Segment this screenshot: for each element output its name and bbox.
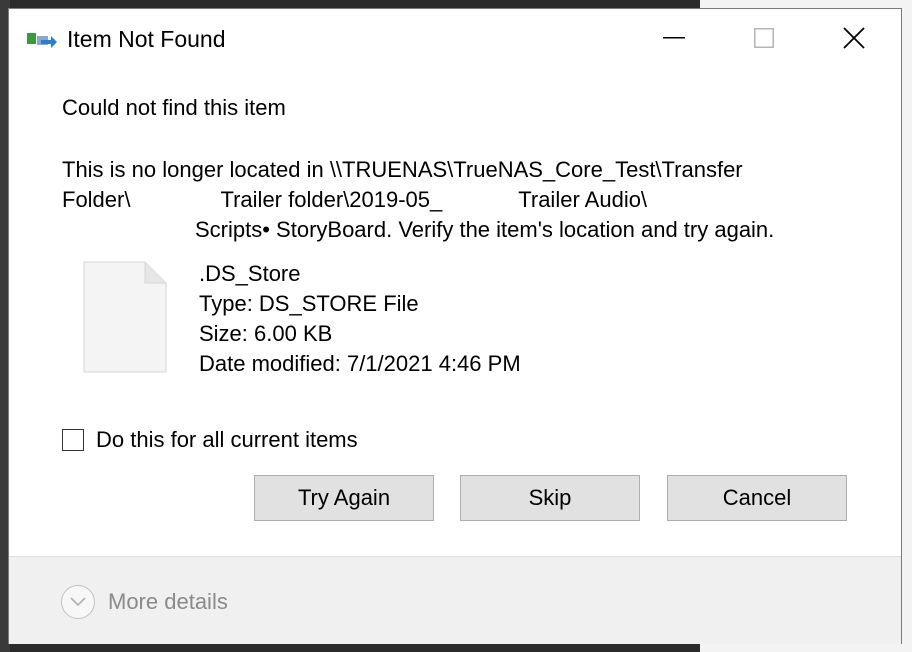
item-not-found-dialog: Item Not Found Could not find this item … (8, 8, 902, 644)
message-line-2-part-b: Trailer folder\2019-05_ (220, 187, 443, 212)
file-details: .DS_Store Type: DS_STORE File Size: 6.00… (199, 259, 521, 379)
more-details-toggle[interactable]: More details (61, 585, 228, 619)
dialog-title: Item Not Found (67, 26, 226, 52)
try-again-button[interactable]: Try Again (254, 475, 434, 521)
apply-to-all-option[interactable]: Do this for all current items (62, 427, 358, 453)
close-button[interactable] (809, 9, 899, 67)
more-details-label[interactable]: More details (108, 589, 228, 615)
maximize-icon (754, 28, 774, 48)
message-line-1: This is no longer located in \\TRUENAS\T… (62, 157, 743, 182)
file-date-modified: Date modified: 7/1/2021 4:46 PM (199, 351, 521, 376)
chevron-down-icon (70, 597, 86, 607)
message-line-2: Folder\ Trailer folder\2019-05_ Trailer Au… (62, 185, 842, 215)
error-message: This is no longer located in \\TRUENAS\T… (62, 155, 842, 245)
dialog-footer: More details (9, 556, 901, 644)
minimize-icon (663, 37, 685, 39)
message-line-2-part-a: Folder\ (62, 187, 131, 212)
file-size: Size: 6.00 KB (199, 321, 333, 346)
message-line-3: Scripts• StoryBoard. Verify the item's l… (195, 217, 775, 242)
close-icon (843, 27, 865, 49)
maximize-button[interactable] (719, 9, 809, 67)
apply-to-all-checkbox[interactable] (62, 429, 84, 451)
file-name: .DS_Store (199, 261, 301, 286)
minimize-button[interactable] (629, 9, 719, 67)
message-line-2-part-c: Trailer Audio\ (518, 187, 648, 212)
file-type: Type: DS_STORE File (199, 291, 419, 316)
title-bar[interactable]: Item Not Found (9, 9, 901, 67)
document-file-icon (83, 261, 167, 373)
apply-to-all-label[interactable]: Do this for all current items (96, 427, 358, 453)
skip-button[interactable]: Skip (460, 475, 640, 521)
cancel-button[interactable]: Cancel (667, 475, 847, 521)
file-move-icon (27, 33, 57, 48)
dialog-heading: Could not find this item (62, 95, 286, 120)
expand-circle[interactable] (61, 585, 95, 619)
